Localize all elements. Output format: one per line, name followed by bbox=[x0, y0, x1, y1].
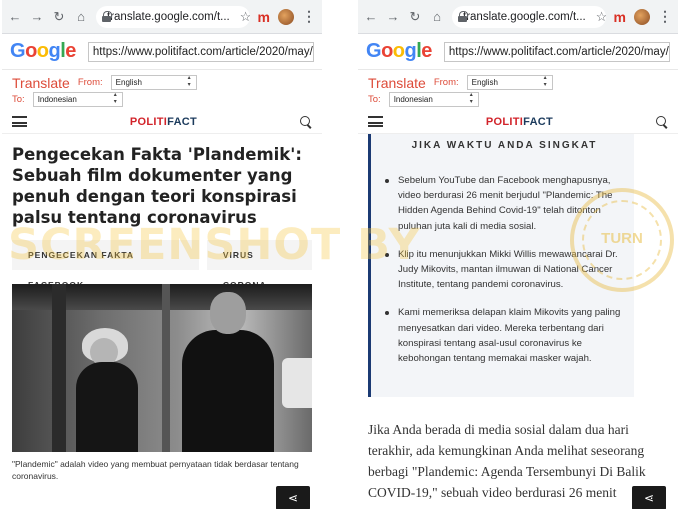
back-arrow-icon[interactable]: ← bbox=[364, 9, 378, 24]
summary-item: Sebelum YouTube dan Facebook menghapusny… bbox=[385, 173, 624, 234]
bookmark-star-icon[interactable]: ☆ bbox=[240, 9, 250, 25]
to-label: To: bbox=[12, 94, 25, 105]
translate-bar: Translate From: English To: Indonesian bbox=[2, 70, 322, 110]
politifact-header: POLITIFACT bbox=[358, 110, 678, 134]
politifact-header: POLITIFACT bbox=[2, 110, 322, 134]
address-bar-text: translate.google.com/t... bbox=[107, 10, 230, 23]
article-photo bbox=[12, 284, 312, 452]
from-language-select[interactable]: English bbox=[110, 75, 197, 90]
extension-m-icon[interactable]: m bbox=[258, 9, 270, 25]
translate-url-input[interactable]: https://www.politifact.com/article/2020/… bbox=[443, 41, 670, 62]
google-translate-header: Google https://www.politifact.com/articl… bbox=[2, 34, 322, 70]
search-icon[interactable] bbox=[655, 115, 668, 128]
back-arrow-icon[interactable]: ← bbox=[8, 9, 22, 24]
summary-list: Sebelum YouTube dan Facebook menghapusny… bbox=[385, 173, 624, 366]
hamburger-menu-icon[interactable] bbox=[12, 116, 27, 127]
translate-title: Translate bbox=[368, 74, 426, 91]
to-language-select[interactable]: Indonesian bbox=[388, 92, 479, 107]
translate-url-input[interactable]: https://www.politifact.com/article/2020/… bbox=[87, 41, 314, 62]
screenshot-stage: ← → ↻ ⌂ translate.google.com/t... ☆ m ⋮ … bbox=[0, 0, 678, 509]
google-logo[interactable]: Google bbox=[10, 40, 76, 63]
profile-avatar[interactable] bbox=[278, 8, 294, 25]
reload-icon[interactable]: ↻ bbox=[52, 9, 66, 24]
summary-box: JIKA WAKTU ANDA SINGKAT Sebelum YouTube … bbox=[368, 134, 634, 397]
browser-toolbar: ← → ↻ ⌂ translate.google.com/t... ☆ m ⋮ bbox=[2, 0, 322, 34]
left-phone-screen: ← → ↻ ⌂ translate.google.com/t... ☆ m ⋮ … bbox=[2, 0, 322, 509]
forward-arrow-icon[interactable]: → bbox=[30, 9, 44, 24]
share-button-right[interactable]: ⋖ bbox=[632, 486, 666, 509]
summary-item: Kami memeriksa delapan klaim Mikovits ya… bbox=[385, 305, 624, 366]
from-label: From: bbox=[433, 77, 459, 88]
article-body-paragraph: Jika Anda berada di media sosial dalam d… bbox=[368, 422, 646, 500]
menu-kebab-icon[interactable]: ⋮ bbox=[658, 8, 672, 25]
home-icon[interactable]: ⌂ bbox=[74, 9, 88, 24]
forward-arrow-icon[interactable]: → bbox=[386, 9, 400, 24]
translate-bar: Translate From: English To: Indonesian bbox=[358, 70, 678, 110]
search-icon[interactable] bbox=[299, 115, 312, 128]
photo-caption: "Plandemic" adalah video yang membuat pe… bbox=[12, 459, 299, 481]
politifact-logo[interactable]: POLITIFACT bbox=[486, 116, 553, 128]
extension-m-icon[interactable]: m bbox=[614, 9, 626, 25]
reload-icon[interactable]: ↻ bbox=[408, 9, 422, 24]
address-bar-text: translate.google.com/t... bbox=[463, 10, 586, 23]
divider-gap bbox=[322, 0, 358, 509]
to-language-select[interactable]: Indonesian bbox=[32, 92, 123, 107]
summary-box-title: JIKA WAKTU ANDA SINGKAT bbox=[411, 140, 598, 151]
from-label: From: bbox=[77, 77, 103, 88]
translate-title: Translate bbox=[12, 74, 70, 91]
google-translate-header: Google https://www.politifact.com/articl… bbox=[358, 34, 678, 70]
hamburger-menu-icon[interactable] bbox=[368, 116, 383, 127]
share-button-left[interactable]: ⋖ bbox=[276, 486, 310, 509]
article-headline: Pengecekan Fakta 'Plandemik': Sebuah fil… bbox=[12, 145, 302, 227]
menu-kebab-icon[interactable]: ⋮ bbox=[302, 8, 316, 25]
bookmark-star-icon[interactable]: ☆ bbox=[596, 9, 606, 25]
tag-facebook-fact-check[interactable]: PENGECEKAN FAKTA FACEBOOK bbox=[12, 240, 199, 290]
share-icon: ⋖ bbox=[287, 491, 299, 505]
right-phone-screen: ← → ↻ ⌂ translate.google.com/t... ☆ m ⋮ … bbox=[358, 0, 678, 509]
politifact-logo[interactable]: POLITIFACT bbox=[130, 116, 197, 128]
from-language-select[interactable]: English bbox=[466, 75, 553, 90]
tag-coronavirus[interactable]: VIRUS CORONA bbox=[206, 240, 312, 290]
summary-item: Klip itu menunjukkan Mikki Willis mewawa… bbox=[385, 247, 624, 293]
address-bar[interactable]: translate.google.com/t... ☆ bbox=[96, 5, 250, 28]
article-tags: PENGECEKAN FAKTA FACEBOOK VIRUS CORONA bbox=[2, 228, 322, 290]
google-logo[interactable]: Google bbox=[366, 40, 432, 63]
profile-avatar[interactable] bbox=[634, 8, 650, 25]
to-label: To: bbox=[368, 94, 381, 105]
home-icon[interactable]: ⌂ bbox=[430, 9, 444, 24]
share-icon: ⋖ bbox=[643, 491, 655, 505]
browser-toolbar-right: ← → ↻ ⌂ translate.google.com/t... ☆ m ⋮ bbox=[358, 0, 678, 34]
address-bar[interactable]: translate.google.com/t... ☆ bbox=[452, 5, 606, 28]
